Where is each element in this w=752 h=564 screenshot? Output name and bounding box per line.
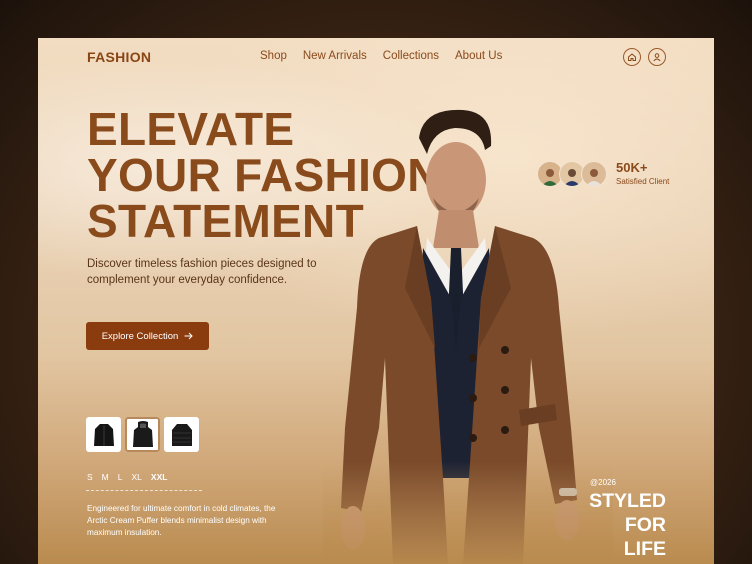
page-frame: FASHION Shop New Arrivals Collections Ab… [38,38,714,564]
avatar [581,161,607,187]
slogan: STYLED FOR LIFE [578,489,666,561]
product-thumbnails [86,417,199,452]
nav-item-collections[interactable]: Collections [383,50,439,62]
year-tag: @2026 [590,478,616,487]
nav-item-about-us[interactable]: About Us [455,50,502,62]
hero-subtitle: Discover timeless fashion pieces designe… [87,258,317,286]
thumbnail-jacket[interactable] [86,417,121,452]
nav-item-shop[interactable]: Shop [260,50,287,62]
puffer-jacket-icon [171,423,192,446]
product-description: Engineered for ultimate comfort in cold … [87,504,276,537]
size-option[interactable]: S [87,472,93,482]
home-icon[interactable] [623,48,641,66]
size-option[interactable]: L [118,472,123,482]
nav-menu: Shop New Arrivals Collections About Us [260,50,502,62]
explore-collection-label: Explore Collection [101,330,179,342]
slogan-line-1: STYLED [589,490,666,512]
size-option[interactable]: M [102,472,109,482]
client-count-label: Satisfied Client [616,177,670,186]
hooded-coat-icon [132,420,153,447]
jacket-icon [93,423,114,446]
client-avatars [537,161,607,187]
thumbnail-puffer-jacket[interactable] [164,417,199,452]
arrow-right-icon [184,332,193,340]
explore-collection-button[interactable]: Explore Collection [86,322,209,350]
top-nav: FASHION Shop New Arrivals Collections Ab… [38,38,714,76]
slogan-line-2: FOR LIFE [623,514,666,560]
brand-logo[interactable]: FASHION [87,49,151,65]
size-option[interactable]: XL [132,472,142,482]
size-option-selected[interactable]: XXL [151,472,168,482]
nav-item-new-arrivals[interactable]: New Arrivals [303,50,367,62]
client-count: 50K+ [616,160,648,175]
size-selector: S M L XL XXL [87,472,167,482]
thumbnail-hooded-coat[interactable] [125,417,160,452]
user-icon[interactable] [648,48,666,66]
divider [86,490,202,491]
